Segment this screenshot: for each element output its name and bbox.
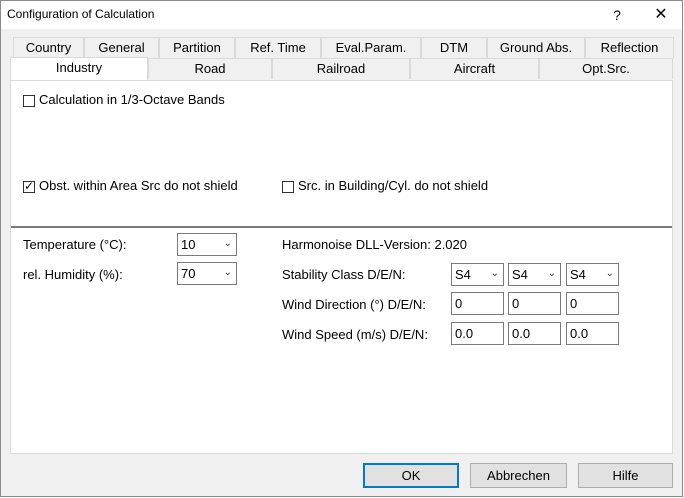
ok-button[interactable]: OK bbox=[363, 463, 459, 488]
checkmark-icon: ✓ bbox=[24, 179, 35, 193]
stability-day-value: S4 bbox=[455, 267, 471, 282]
tab-eval-param[interactable]: Eval.Param. bbox=[321, 37, 421, 58]
temperature-value: 10 bbox=[181, 237, 196, 252]
chevron-down-icon: ⌄ bbox=[223, 238, 232, 249]
chevron-down-icon: ⌄ bbox=[605, 268, 614, 279]
harmonoise-version: Harmonoise DLL-Version: 2.020 bbox=[282, 237, 467, 252]
tab-ref-time[interactable]: Ref. Time bbox=[235, 37, 321, 58]
help-button[interactable]: Hilfe bbox=[578, 463, 673, 488]
tab-dtm[interactable]: DTM bbox=[421, 37, 487, 58]
tab-ground-abs[interactable]: Ground Abs. bbox=[487, 37, 585, 58]
octave-bands-checkbox[interactable] bbox=[23, 95, 35, 107]
tab-aircraft[interactable]: Aircraft bbox=[410, 58, 539, 79]
tab-railroad[interactable]: Railroad bbox=[272, 58, 410, 79]
chevron-down-icon: ⌄ bbox=[223, 267, 232, 278]
tab-country[interactable]: Country bbox=[13, 37, 84, 58]
tab-partition[interactable]: Partition bbox=[159, 37, 235, 58]
temperature-label: Temperature (°C): bbox=[23, 237, 127, 252]
wind-direction-label: Wind Direction (°) D/E/N: bbox=[282, 297, 426, 312]
tab-industry[interactable]: Industry bbox=[10, 57, 148, 80]
humidity-select[interactable]: 70 ⌄ bbox=[177, 262, 237, 285]
stability-night-select[interactable]: S4 ⌄ bbox=[566, 263, 619, 286]
stability-day-select[interactable]: S4 ⌄ bbox=[451, 263, 504, 286]
dialog-window: Configuration of Calculation ? ✕ Country… bbox=[0, 0, 683, 497]
chevron-down-icon: ⌄ bbox=[490, 268, 499, 279]
section-divider bbox=[11, 226, 672, 228]
title-bar: Configuration of Calculation ? ✕ bbox=[1, 1, 682, 29]
obst-area-checkbox[interactable]: ✓ bbox=[23, 179, 35, 193]
temperature-select[interactable]: 10 ⌄ bbox=[177, 233, 237, 256]
humidity-value: 70 bbox=[181, 266, 196, 281]
octave-bands-label: Calculation in 1/3-Octave Bands bbox=[39, 92, 225, 107]
chevron-down-icon: ⌄ bbox=[547, 268, 556, 279]
stability-evening-value: S4 bbox=[512, 267, 528, 282]
stability-label: Stability Class D/E/N: bbox=[282, 267, 406, 282]
wind-speed-label: Wind Speed (m/s) D/E/N: bbox=[282, 327, 428, 342]
stability-night-value: S4 bbox=[570, 267, 586, 282]
help-icon[interactable]: ? bbox=[605, 4, 629, 26]
tab-general[interactable]: General bbox=[84, 37, 159, 58]
wind-speed-day-input[interactable]: 0.0 bbox=[451, 322, 504, 345]
window-title: Configuration of Calculation bbox=[7, 7, 155, 21]
cancel-button[interactable]: Abbrechen bbox=[470, 463, 567, 488]
src-building-checkbox[interactable] bbox=[282, 181, 294, 193]
stability-evening-select[interactable]: S4 ⌄ bbox=[508, 263, 561, 286]
wind-direction-night-input[interactable]: 0 bbox=[566, 292, 619, 315]
src-building-label: Src. in Building/Cyl. do not shield bbox=[298, 178, 489, 193]
industry-panel: Calculation in 1/3-Octave Bands ✓ Obst. … bbox=[10, 80, 673, 454]
wind-direction-day-input[interactable]: 0 bbox=[451, 292, 504, 315]
wind-speed-night-input[interactable]: 0.0 bbox=[566, 322, 619, 345]
wind-direction-evening-input[interactable]: 0 bbox=[508, 292, 561, 315]
tab-opt-src[interactable]: Opt.Src. bbox=[539, 58, 673, 79]
humidity-label: rel. Humidity (%): bbox=[23, 267, 123, 282]
tab-reflection[interactable]: Reflection bbox=[585, 37, 674, 58]
tab-road[interactable]: Road bbox=[148, 58, 272, 79]
wind-speed-evening-input[interactable]: 0.0 bbox=[508, 322, 561, 345]
close-icon[interactable]: ✕ bbox=[647, 4, 675, 26]
obst-area-label: Obst. within Area Src do not shield bbox=[39, 178, 238, 193]
